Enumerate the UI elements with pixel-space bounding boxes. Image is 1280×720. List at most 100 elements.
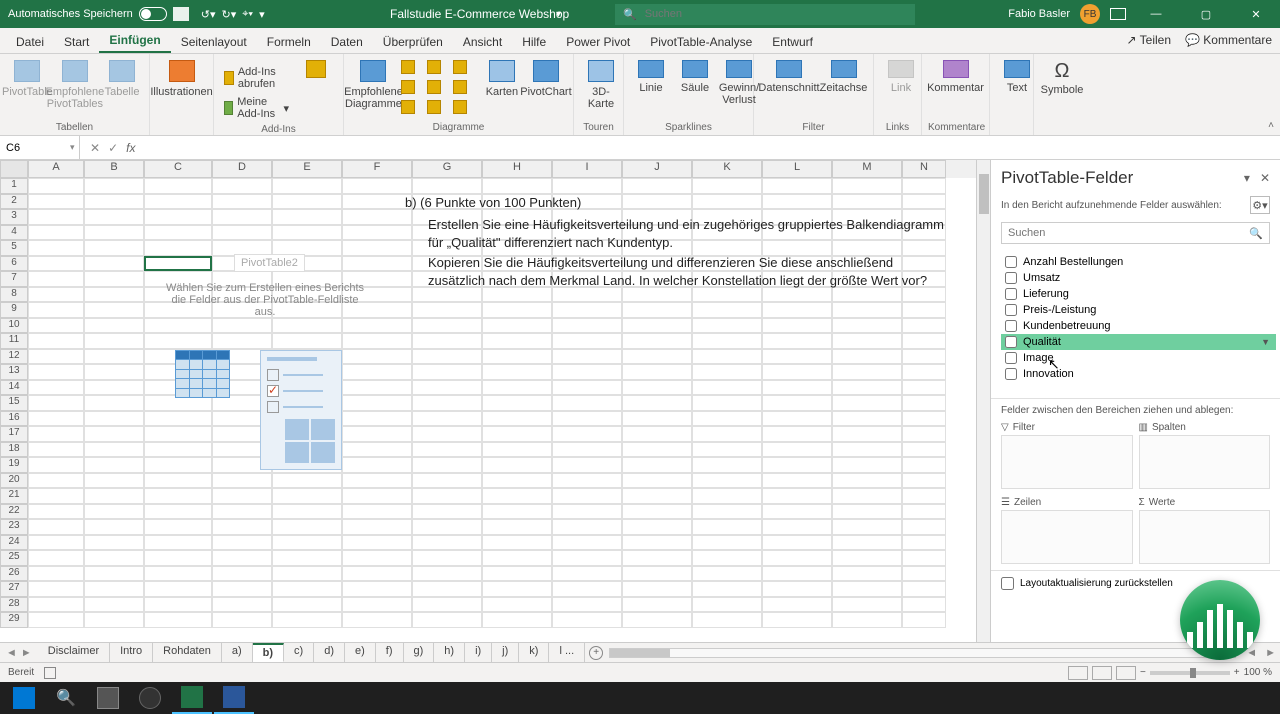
row-header[interactable]: 5 xyxy=(0,240,28,256)
close-button[interactable]: ✕ xyxy=(1236,0,1276,28)
field-checkbox[interactable] xyxy=(1005,368,1017,380)
autosave-toggle[interactable] xyxy=(139,7,167,21)
col-header[interactable]: L xyxy=(762,160,832,178)
tab-ueberpruefen[interactable]: Überprüfen xyxy=(373,30,453,53)
row-header[interactable]: 18 xyxy=(0,442,28,458)
field-checkbox[interactable] xyxy=(1005,320,1017,332)
taskbar-app-1[interactable] xyxy=(130,682,170,714)
view-page-layout-icon[interactable] xyxy=(1092,666,1112,680)
pivotchart-button[interactable]: PivotChart xyxy=(525,58,567,100)
col-header[interactable]: H xyxy=(482,160,552,178)
get-addins-button[interactable]: Add-Ins abrufen xyxy=(220,64,293,92)
enter-formula-icon[interactable]: ✓ xyxy=(108,141,118,155)
sheet-tab[interactable]: k) xyxy=(519,643,549,662)
record-macro-icon[interactable] xyxy=(44,667,56,679)
row-header[interactable]: 12 xyxy=(0,349,28,365)
col-header[interactable]: G xyxy=(412,160,482,178)
field-item[interactable]: Innovation xyxy=(1001,366,1276,382)
zoom-slider[interactable] xyxy=(1150,671,1230,675)
view-page-break-icon[interactable] xyxy=(1116,666,1136,680)
qat-more-icon[interactable]: ▾ xyxy=(259,8,265,21)
symbols-button[interactable]: ΩSymbole xyxy=(1040,58,1084,98)
field-item[interactable]: Umsatz xyxy=(1001,270,1276,286)
row-header[interactable]: 19 xyxy=(0,457,28,473)
tab-seitenlayout[interactable]: Seitenlayout xyxy=(171,30,257,53)
row-header[interactable]: 15 xyxy=(0,395,28,411)
timeline-button[interactable]: Zeitachse xyxy=(820,58,867,96)
row-header[interactable]: 7 xyxy=(0,271,28,287)
zoom-in-button[interactable]: + xyxy=(1234,667,1240,678)
user-avatar[interactable]: FB xyxy=(1080,4,1100,24)
sheet-tab[interactable]: Rohdaten xyxy=(153,643,222,662)
touch-icon[interactable]: ⌖▾ xyxy=(242,8,253,21)
sheet-tab[interactable]: c) xyxy=(284,643,314,662)
area-values[interactable]: ΣWerte xyxy=(1139,495,1271,564)
view-normal-icon[interactable] xyxy=(1068,666,1088,680)
field-checkbox[interactable] xyxy=(1005,352,1017,364)
row-header[interactable]: 23 xyxy=(0,519,28,535)
row-header[interactable]: 13 xyxy=(0,364,28,380)
save-icon[interactable] xyxy=(173,7,189,21)
col-header[interactable]: A xyxy=(28,160,84,178)
ribbon-display-icon[interactable] xyxy=(1110,8,1126,20)
add-sheet-button[interactable]: + xyxy=(589,646,603,660)
sparkline-line-button[interactable]: Linie xyxy=(630,58,672,96)
text-button[interactable]: Text xyxy=(996,58,1038,96)
worksheet-grid[interactable]: ABCDEFGHIJKLMN 1234567891011121314151617… xyxy=(0,160,976,642)
row-header[interactable]: 16 xyxy=(0,411,28,427)
col-header[interactable]: E xyxy=(272,160,342,178)
undo-icon[interactable]: ↺▾ xyxy=(201,8,216,21)
field-search-input[interactable] xyxy=(1008,227,1249,239)
tab-formeln[interactable]: Formeln xyxy=(257,30,321,53)
link-button[interactable]: Link xyxy=(880,58,922,96)
field-item[interactable]: Qualität▼ xyxy=(1001,334,1276,350)
sheet-tab[interactable]: j) xyxy=(492,643,519,662)
field-checkbox[interactable] xyxy=(1005,304,1017,316)
sheet-tab[interactable]: a) xyxy=(222,643,253,662)
pane-close-icon[interactable]: ✕ xyxy=(1260,171,1270,185)
tab-entwurf[interactable]: Entwurf xyxy=(762,30,823,53)
recommended-pivot-button[interactable]: Empfohlene PivotTables xyxy=(51,58,99,112)
zoom-out-button[interactable]: − xyxy=(1140,667,1146,678)
field-checkbox[interactable] xyxy=(1005,272,1017,284)
row-header[interactable]: 14 xyxy=(0,380,28,396)
field-item[interactable]: Image xyxy=(1001,350,1276,366)
chart-combo-icon[interactable] xyxy=(427,100,441,114)
tell-me-search[interactable]: 🔍 xyxy=(615,4,915,25)
col-header[interactable]: K xyxy=(692,160,762,178)
field-item[interactable]: Preis-/Leistung xyxy=(1001,302,1276,318)
tab-daten[interactable]: Daten xyxy=(321,30,373,53)
row-header[interactable]: 26 xyxy=(0,566,28,582)
col-header[interactable]: F xyxy=(342,160,412,178)
redo-icon[interactable]: ↻▾ xyxy=(221,8,236,21)
row-header[interactable]: 3 xyxy=(0,209,28,225)
field-checkbox[interactable] xyxy=(1005,288,1017,300)
task-view-icon[interactable] xyxy=(88,682,128,714)
cancel-formula-icon[interactable]: ✕ xyxy=(90,141,100,155)
pivottable-button[interactable]: PivotTable xyxy=(6,58,49,100)
row-header[interactable]: 4 xyxy=(0,225,28,241)
horizontal-scrollbar[interactable] xyxy=(609,648,1236,658)
recommended-charts-button[interactable]: Empfohlene Diagramme xyxy=(350,58,397,112)
chart-more-icon[interactable] xyxy=(453,100,467,114)
row-header[interactable]: 1 xyxy=(0,178,28,194)
sheet-tab[interactable]: f) xyxy=(376,643,404,662)
minimize-button[interactable]: — xyxy=(1136,0,1176,28)
hscroll-right-icon[interactable]: ► xyxy=(1261,647,1280,659)
collapse-ribbon-icon[interactable]: ˄ xyxy=(1268,120,1274,131)
row-header[interactable]: 17 xyxy=(0,426,28,442)
row-header[interactable]: 21 xyxy=(0,488,28,504)
maximize-button[interactable]: ▢ xyxy=(1186,0,1226,28)
table-button[interactable]: Tabelle xyxy=(101,58,143,100)
fx-icon[interactable]: fx xyxy=(126,141,135,155)
sheet-nav-prev-icon[interactable]: ◄ xyxy=(6,647,17,659)
col-header[interactable]: M xyxy=(832,160,902,178)
row-header[interactable]: 22 xyxy=(0,504,28,520)
sheet-tab[interactable]: Disclaimer xyxy=(38,643,110,662)
field-item[interactable]: Anzahl Bestellungen xyxy=(1001,254,1276,270)
start-button[interactable] xyxy=(4,682,44,714)
area-rows[interactable]: ☰Zeilen xyxy=(1001,495,1133,564)
tab-pivottable-analyse[interactable]: PivotTable-Analyse xyxy=(640,30,762,53)
field-item[interactable]: Kundenbetreuung xyxy=(1001,318,1276,334)
user-name[interactable]: Fabio Basler xyxy=(1008,8,1070,20)
